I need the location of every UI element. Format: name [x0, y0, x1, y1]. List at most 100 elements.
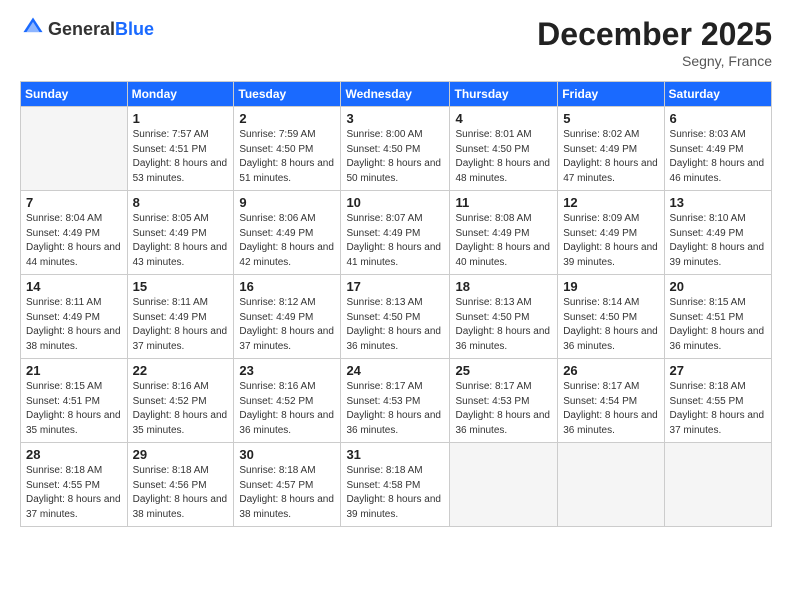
calendar-cell: 24 Sunrise: 8:17 AMSunset: 4:53 PMDayligh… [341, 359, 450, 443]
calendar-cell: 23Sunrise: 8:16 AMSunset: 4:52 PMDayligh… [234, 359, 341, 443]
calendar-week-2: 14 Sunrise: 8:11 AMSunset: 4:49 PMDayligh… [21, 275, 772, 359]
day-number: 1 [133, 111, 229, 126]
calendar-cell: 13Sunrise: 8:10 AMSunset: 4:49 PMDayligh… [664, 191, 771, 275]
day-number: 18 [455, 279, 552, 294]
day-info: Sunrise: 8:03 AMSunset: 4:49 PMDaylight:… [670, 128, 766, 186]
day-info: Sunrise: 7:57 AMSunset: 4:51 PMDaylight:… [133, 128, 229, 186]
day-number: 9 [239, 195, 335, 210]
day-number: 19 [563, 279, 658, 294]
page: GeneralBlue December 2025 Segny, France … [0, 0, 792, 612]
calendar-cell: 30 Sunrise: 8:18 AMSunset: 4:57 PMDayligh… [234, 443, 341, 527]
day-info: Sunrise: 8:17 AMSunset: 4:54 PMDaylight:… [563, 380, 658, 438]
calendar-cell: 27 Sunrise: 8:18 AMSunset: 4:55 PMDayligh… [664, 359, 771, 443]
day-number: 12 [563, 195, 658, 210]
calendar-header-row: SundayMondayTuesdayWednesdayThursdayFrid… [21, 82, 772, 107]
calendar-cell [21, 107, 128, 191]
calendar-cell: 11 Sunrise: 8:08 AMSunset: 4:49 PMDayligh… [450, 191, 558, 275]
calendar-week-0: 1 Sunrise: 7:57 AMSunset: 4:51 PMDaylight… [21, 107, 772, 191]
calendar-cell: 7 Sunrise: 8:04 AMSunset: 4:49 PMDaylight… [21, 191, 128, 275]
calendar-cell: 19 Sunrise: 8:14 AMSunset: 4:50 PMDayligh… [558, 275, 664, 359]
day-number: 16 [239, 279, 335, 294]
day-number: 4 [455, 111, 552, 126]
day-info: Sunrise: 8:13 AMSunset: 4:50 PMDaylight:… [346, 296, 444, 354]
day-number: 2 [239, 111, 335, 126]
calendar-cell: 3Sunrise: 8:00 AMSunset: 4:50 PMDaylight… [341, 107, 450, 191]
calendar-cell: 4Sunrise: 8:01 AMSunset: 4:50 PMDaylight… [450, 107, 558, 191]
calendar-cell: 15 Sunrise: 8:11 AMSunset: 4:49 PMDayligh… [127, 275, 234, 359]
calendar-week-1: 7 Sunrise: 8:04 AMSunset: 4:49 PMDaylight… [21, 191, 772, 275]
day-info: Sunrise: 8:12 AMSunset: 4:49 PMDaylight:… [239, 296, 335, 354]
calendar-cell: 18 Sunrise: 8:13 AMSunset: 4:50 PMDayligh… [450, 275, 558, 359]
month-title: December 2025 [537, 16, 772, 53]
day-number: 22 [133, 363, 229, 378]
day-info: Sunrise: 8:15 AMSunset: 4:51 PMDaylight:… [670, 296, 766, 354]
day-number: 15 [133, 279, 229, 294]
day-number: 26 [563, 363, 658, 378]
calendar-week-4: 28Sunrise: 8:18 AMSunset: 4:55 PMDayligh… [21, 443, 772, 527]
calendar-header-thursday: Thursday [450, 82, 558, 107]
calendar-header-monday: Monday [127, 82, 234, 107]
calendar-cell [450, 443, 558, 527]
day-number: 25 [455, 363, 552, 378]
day-info: Sunrise: 8:05 AMSunset: 4:49 PMDaylight:… [133, 212, 229, 270]
calendar-header-tuesday: Tuesday [234, 82, 341, 107]
calendar-week-3: 21Sunrise: 8:15 AMSunset: 4:51 PMDayligh… [21, 359, 772, 443]
day-info: Sunrise: 8:07 AMSunset: 4:49 PMDaylight:… [346, 212, 444, 270]
day-number: 31 [346, 447, 444, 462]
day-number: 29 [133, 447, 229, 462]
calendar-cell: 20 Sunrise: 8:15 AMSunset: 4:51 PMDayligh… [664, 275, 771, 359]
day-info: Sunrise: 8:14 AMSunset: 4:50 PMDaylight:… [563, 296, 658, 354]
logo-blue-text: Blue [115, 19, 154, 39]
day-info: Sunrise: 8:18 AMSunset: 4:55 PMDaylight:… [670, 380, 766, 438]
calendar-cell: 6Sunrise: 8:03 AMSunset: 4:49 PMDaylight… [664, 107, 771, 191]
day-number: 27 [670, 363, 766, 378]
day-info: Sunrise: 8:11 AMSunset: 4:49 PMDaylight:… [133, 296, 229, 354]
day-number: 10 [346, 195, 444, 210]
day-info: Sunrise: 8:16 AMSunset: 4:52 PMDaylight:… [133, 380, 229, 438]
calendar-cell: 31Sunrise: 8:18 AMSunset: 4:58 PMDayligh… [341, 443, 450, 527]
day-info: Sunrise: 8:16 AMSunset: 4:52 PMDaylight:… [239, 380, 335, 438]
day-number: 30 [239, 447, 335, 462]
calendar-cell: 2 Sunrise: 7:59 AMSunset: 4:50 PMDaylight… [234, 107, 341, 191]
calendar-cell: 22 Sunrise: 8:16 AMSunset: 4:52 PMDayligh… [127, 359, 234, 443]
calendar-cell [664, 443, 771, 527]
calendar-cell: 28Sunrise: 8:18 AMSunset: 4:55 PMDayligh… [21, 443, 128, 527]
calendar-cell: 16 Sunrise: 8:12 AMSunset: 4:49 PMDayligh… [234, 275, 341, 359]
day-number: 3 [346, 111, 444, 126]
calendar-header-friday: Friday [558, 82, 664, 107]
day-info: Sunrise: 8:18 AMSunset: 4:56 PMDaylight:… [133, 464, 229, 522]
calendar-cell: 8Sunrise: 8:05 AMSunset: 4:49 PMDaylight… [127, 191, 234, 275]
calendar-cell: 9Sunrise: 8:06 AMSunset: 4:49 PMDaylight… [234, 191, 341, 275]
calendar-cell: 25 Sunrise: 8:17 AMSunset: 4:53 PMDayligh… [450, 359, 558, 443]
day-info: Sunrise: 8:18 AMSunset: 4:57 PMDaylight:… [239, 464, 335, 522]
day-info: Sunrise: 8:11 AMSunset: 4:49 PMDaylight:… [26, 296, 122, 354]
day-info: Sunrise: 8:17 AMSunset: 4:53 PMDaylight:… [346, 380, 444, 438]
day-info: Sunrise: 8:17 AMSunset: 4:53 PMDaylight:… [455, 380, 552, 438]
header: GeneralBlue December 2025 Segny, France [20, 16, 772, 69]
day-number: 14 [26, 279, 122, 294]
day-number: 21 [26, 363, 122, 378]
day-info: Sunrise: 8:04 AMSunset: 4:49 PMDaylight:… [26, 212, 122, 270]
day-info: Sunrise: 8:08 AMSunset: 4:49 PMDaylight:… [455, 212, 552, 270]
calendar-header-saturday: Saturday [664, 82, 771, 107]
day-number: 20 [670, 279, 766, 294]
day-number: 5 [563, 111, 658, 126]
calendar-header-wednesday: Wednesday [341, 82, 450, 107]
day-number: 28 [26, 447, 122, 462]
day-number: 11 [455, 195, 552, 210]
location: Segny, France [537, 53, 772, 69]
day-info: Sunrise: 7:59 AMSunset: 4:50 PMDaylight:… [239, 128, 335, 186]
calendar-cell: 21Sunrise: 8:15 AMSunset: 4:51 PMDayligh… [21, 359, 128, 443]
calendar-cell: 26 Sunrise: 8:17 AMSunset: 4:54 PMDayligh… [558, 359, 664, 443]
calendar-header-sunday: Sunday [21, 82, 128, 107]
title-block: December 2025 Segny, France [537, 16, 772, 69]
calendar-cell: 17 Sunrise: 8:13 AMSunset: 4:50 PMDayligh… [341, 275, 450, 359]
calendar-cell [558, 443, 664, 527]
day-number: 24 [346, 363, 444, 378]
day-info: Sunrise: 8:10 AMSunset: 4:49 PMDaylight:… [670, 212, 766, 270]
day-info: Sunrise: 8:13 AMSunset: 4:50 PMDaylight:… [455, 296, 552, 354]
day-number: 17 [346, 279, 444, 294]
calendar-cell: 14 Sunrise: 8:11 AMSunset: 4:49 PMDayligh… [21, 275, 128, 359]
day-number: 7 [26, 195, 122, 210]
calendar-cell: 12Sunrise: 8:09 AMSunset: 4:49 PMDayligh… [558, 191, 664, 275]
